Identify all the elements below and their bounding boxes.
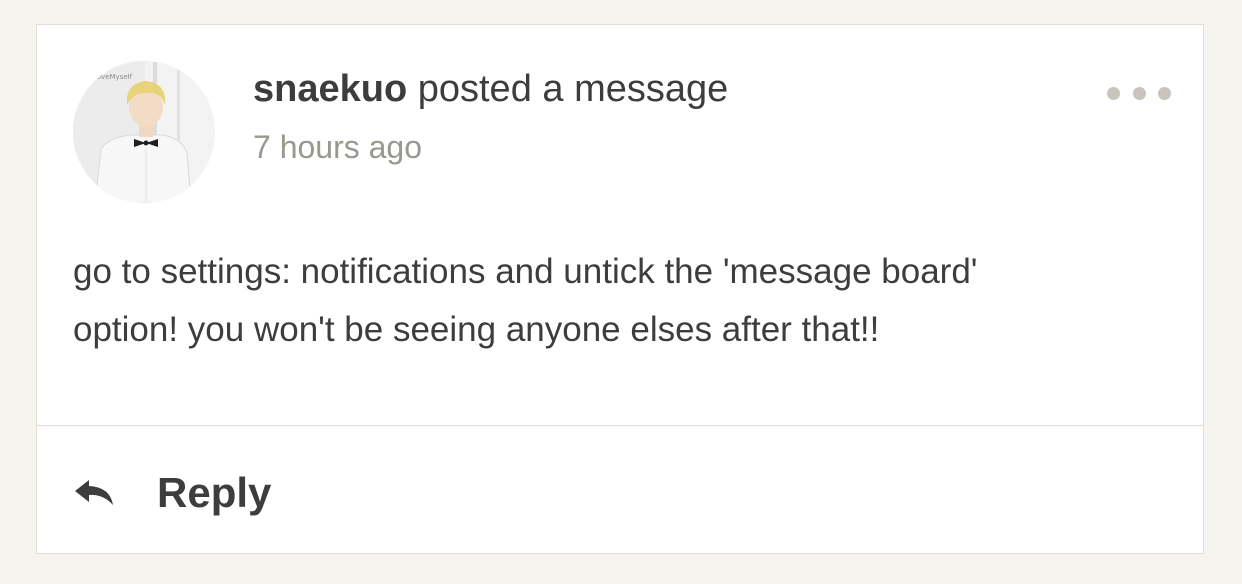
avatar[interactable]: LoveMyself <box>73 61 215 203</box>
post-action-text: posted a message <box>407 68 729 110</box>
message-line: option! you won't be seeing anyone elses… <box>73 310 880 349</box>
reply-arrow-icon <box>73 477 117 509</box>
more-options-button[interactable] <box>1107 81 1171 105</box>
more-dot <box>1132 86 1146 100</box>
post-header: snaekuo posted a message <box>253 65 728 113</box>
message-card: LoveMyself snaekuo posted a message 7 ho… <box>36 24 1204 554</box>
avatar-caption: LoveMyself <box>93 73 133 81</box>
more-dot <box>1158 86 1171 100</box>
divider <box>37 425 1203 426</box>
more-horizontal-icon <box>1107 86 1120 100</box>
message-line: go to settings: notifications and untick… <box>73 252 978 291</box>
reply-button[interactable]: Reply <box>73 461 271 525</box>
post-timestamp: 7 hours ago <box>253 129 423 165</box>
avatar-photo: LoveMyself <box>73 61 215 203</box>
reply-label: Reply <box>157 469 272 516</box>
message-body: go to settings: notifications and untick… <box>73 243 1163 359</box>
username-link[interactable]: snaekuo <box>253 68 407 110</box>
